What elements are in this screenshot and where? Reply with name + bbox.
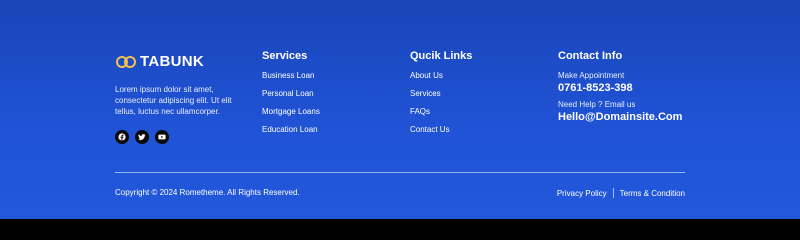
site-footer: TABUNK Lorem ipsum dolor sit amet, conse…	[0, 0, 800, 219]
appointment-label: Make Appointment	[558, 71, 625, 80]
services-link[interactable]: Business Loan	[262, 72, 320, 80]
logo-icon	[116, 55, 136, 68]
terms-link[interactable]: Terms & Condition	[620, 189, 685, 198]
services-list: Business Loan Personal Loan Mortgage Loa…	[262, 72, 320, 134]
services-title: Services	[262, 50, 308, 62]
quick-link[interactable]: FAQs	[410, 108, 472, 116]
phone-number[interactable]: 0761-8523-398	[558, 82, 682, 94]
quick-link[interactable]: About Us	[410, 72, 472, 80]
youtube-button[interactable]	[155, 130, 169, 144]
services-link[interactable]: Mortgage Loans	[262, 108, 320, 116]
facebook-button[interactable]	[115, 130, 129, 144]
contact-title: Contact Info	[558, 50, 623, 62]
privacy-policy-link[interactable]: Privacy Policy	[557, 189, 607, 198]
logo[interactable]: TABUNK	[115, 53, 245, 70]
quick-link[interactable]: Contact Us	[410, 126, 472, 134]
copyright-text: Copyright © 2024 Rometheme. All Rights R…	[115, 188, 300, 197]
social-links	[115, 130, 245, 144]
quick-link[interactable]: Services	[410, 90, 472, 98]
brand-description: Lorem ipsum dolor sit amet, consectetur …	[115, 85, 232, 116]
facebook-icon	[118, 133, 126, 141]
email-address[interactable]: Hello@Domainsite.Com	[558, 111, 682, 123]
services-link[interactable]: Personal Loan	[262, 90, 320, 98]
twitter-button[interactable]	[135, 130, 149, 144]
youtube-icon	[158, 134, 166, 140]
services-column: Services Business Loan Personal Loan Mor…	[262, 50, 320, 144]
legal-separator	[612, 188, 614, 198]
quick-links-column: Qucik Links About Us Services FAQs Conta…	[410, 50, 472, 144]
twitter-icon	[138, 134, 146, 141]
logo-text: TABUNK	[140, 53, 205, 70]
services-link[interactable]: Education Loan	[262, 126, 320, 134]
brand-block: TABUNK Lorem ipsum dolor sit amet, conse…	[115, 53, 245, 144]
contact-column: Contact Info Make Appointment 0761-8523-…	[558, 50, 682, 123]
email-label: Need Help ? Email us	[558, 100, 636, 109]
quick-links-list: About Us Services FAQs Contact Us	[410, 72, 472, 134]
footer-divider	[115, 172, 685, 173]
legal-links: Privacy Policy Terms & Condition	[557, 188, 685, 198]
quick-links-title: Qucik Links	[410, 50, 473, 62]
